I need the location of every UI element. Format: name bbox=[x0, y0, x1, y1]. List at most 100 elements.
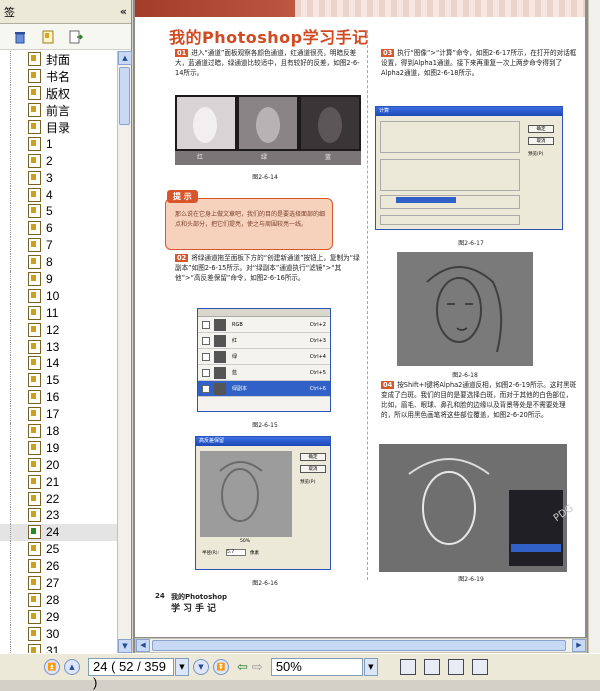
ok-button[interactable]: 确定 bbox=[528, 125, 554, 133]
channel-row[interactable]: RGB Ctrl+2 bbox=[198, 317, 330, 333]
bookmark-item[interactable]: 7 bbox=[0, 236, 117, 254]
tree-line bbox=[10, 135, 28, 153]
bookmark-item[interactable]: 版权 bbox=[0, 84, 117, 102]
zoom-field[interactable]: 50% bbox=[270, 658, 363, 676]
scroll-thumb[interactable] bbox=[119, 67, 130, 125]
document-view[interactable]: 我的Photoshop学习手记 01 进入“通道”面板观察各颜色通道，红通道很亮，… bbox=[133, 0, 600, 653]
bookmark-item[interactable]: 13 bbox=[0, 338, 117, 356]
bookmark-scrollbar[interactable]: ▲ ▼ bbox=[117, 51, 132, 653]
bookmark-item[interactable]: 27 bbox=[0, 574, 117, 592]
bookmark-item[interactable]: 书名 bbox=[0, 67, 117, 85]
scroll-thumb[interactable] bbox=[152, 640, 566, 651]
scroll-right-icon[interactable]: ▶ bbox=[572, 639, 586, 652]
bookmark-item[interactable]: 25 bbox=[0, 540, 117, 558]
bookmark-label: 7 bbox=[46, 238, 53, 253]
channel-thumbnail bbox=[214, 350, 226, 363]
scroll-left-icon[interactable]: ◀ bbox=[136, 639, 150, 652]
bookmark-item[interactable]: 目录 bbox=[0, 118, 117, 136]
visibility-eye-icon[interactable] bbox=[202, 352, 210, 361]
bookmark-item[interactable]: 4 bbox=[0, 186, 117, 204]
step-number: 04 bbox=[381, 381, 395, 389]
new-bookmark-icon[interactable] bbox=[40, 29, 56, 45]
bookmark-item[interactable]: 18 bbox=[0, 422, 117, 440]
cancel-button[interactable]: 取消 bbox=[528, 137, 554, 145]
page-number-field[interactable]: 24 ( 52 / 359 ) bbox=[88, 658, 174, 690]
delete-bookmark-icon[interactable] bbox=[12, 29, 28, 45]
visibility-eye-icon[interactable] bbox=[202, 368, 210, 377]
visibility-eye-icon[interactable] bbox=[202, 320, 210, 329]
tree-line bbox=[10, 338, 28, 356]
visibility-eye-icon[interactable] bbox=[202, 384, 210, 393]
tree-line bbox=[10, 540, 28, 558]
facing-view-icon[interactable] bbox=[447, 659, 464, 675]
bookmark-item[interactable]: 3 bbox=[0, 169, 117, 187]
bookmark-item[interactable]: 16 bbox=[0, 388, 117, 406]
figure-2-6-19 bbox=[379, 444, 567, 572]
bookmark-item[interactable]: 31 bbox=[0, 642, 117, 653]
bookmark-label: 目录 bbox=[46, 120, 71, 135]
bookmark-item[interactable]: 21 bbox=[0, 473, 117, 491]
bookmark-item[interactable]: 17 bbox=[0, 405, 117, 423]
bookmark-item[interactable]: 1 bbox=[0, 135, 117, 153]
bookmark-item[interactable]: 9 bbox=[0, 270, 117, 288]
channel-row[interactable]: 蓝 Ctrl+5 bbox=[198, 365, 330, 381]
next-page-icon[interactable]: ▼ bbox=[193, 659, 209, 675]
bookmark-item[interactable]: 封面 bbox=[0, 51, 117, 68]
bookmark-page-icon bbox=[28, 136, 41, 151]
previous-page-icon[interactable]: ▲ bbox=[64, 659, 80, 675]
single-page-view-icon[interactable] bbox=[399, 659, 416, 675]
bookmark-item[interactable]: 14 bbox=[0, 355, 117, 372]
bookmark-item[interactable]: 30 bbox=[0, 625, 117, 643]
tree-line bbox=[10, 422, 28, 440]
radius-input[interactable]: 5.7 bbox=[226, 549, 246, 556]
bookmark-item[interactable]: 24 bbox=[0, 523, 117, 541]
figure-caption: 图2-6-15 bbox=[252, 422, 278, 429]
ok-button[interactable]: 确定 bbox=[300, 453, 326, 461]
preview-checkbox[interactable]: 预览(P) bbox=[300, 479, 315, 485]
back-arrow-icon[interactable]: ⇦ bbox=[237, 660, 248, 675]
document-horizontal-scrollbar[interactable]: ◀ ▶ bbox=[135, 638, 587, 653]
scroll-down-icon[interactable]: ▼ bbox=[118, 639, 132, 653]
last-page-icon[interactable]: ⏬ bbox=[213, 659, 229, 675]
bookmark-item[interactable]: 8 bbox=[0, 253, 117, 271]
bookmark-item[interactable]: 前言 bbox=[0, 101, 117, 119]
expand-bookmark-icon[interactable] bbox=[68, 29, 84, 45]
channel-row[interactable]: 红 Ctrl+3 bbox=[198, 333, 330, 349]
bookmark-item[interactable]: 19 bbox=[0, 439, 117, 457]
step-number: 03 bbox=[381, 49, 395, 57]
collapse-panel-icon[interactable]: « bbox=[120, 5, 127, 18]
scroll-up-icon[interactable]: ▲ bbox=[118, 51, 132, 65]
bookmark-item[interactable]: 5 bbox=[0, 203, 117, 220]
bookmark-page-icon bbox=[28, 592, 41, 607]
bookmark-item[interactable]: 23 bbox=[0, 507, 117, 524]
bookmark-item[interactable]: 10 bbox=[0, 287, 117, 305]
channel-row[interactable]: 绿副本 Ctrl+6 bbox=[198, 381, 330, 397]
cancel-button[interactable]: 取消 bbox=[300, 465, 326, 473]
page-dropdown-icon[interactable]: ▼ bbox=[175, 658, 189, 676]
channel-row[interactable]: 绿 Ctrl+4 bbox=[198, 349, 330, 365]
bookmark-item[interactable]: 22 bbox=[0, 490, 117, 508]
step-text: 按Shift+I键将Alpha2通道反相，如图2-6-19所示。这时黑斑变成了白… bbox=[381, 381, 577, 419]
bookmark-item[interactable]: 2 bbox=[0, 152, 117, 170]
first-page-icon[interactable]: ⏫ bbox=[44, 659, 60, 675]
bookmark-item[interactable]: 15 bbox=[0, 371, 117, 389]
bookmark-label: 14 bbox=[46, 356, 60, 371]
continuous-view-icon[interactable] bbox=[423, 659, 440, 675]
bookmark-item[interactable]: 29 bbox=[0, 608, 117, 626]
bookmark-item[interactable]: 26 bbox=[0, 557, 117, 575]
bookmark-label: 9 bbox=[46, 272, 53, 287]
forward-arrow-icon[interactable]: ⇨ bbox=[252, 660, 263, 675]
bookmark-item[interactable]: 11 bbox=[0, 304, 117, 322]
preview-checkbox[interactable]: 预览(P) bbox=[528, 151, 543, 157]
continuous-facing-view-icon[interactable] bbox=[471, 659, 488, 675]
bookmark-item[interactable]: 12 bbox=[0, 321, 117, 339]
bookmark-item[interactable]: 20 bbox=[0, 456, 117, 474]
zoom-dropdown-icon[interactable]: ▼ bbox=[363, 658, 378, 676]
bookmark-item[interactable]: 6 bbox=[0, 219, 117, 237]
visibility-eye-icon[interactable] bbox=[202, 336, 210, 345]
blending-mode-select[interactable] bbox=[396, 197, 456, 203]
document-vertical-scrollbar[interactable] bbox=[588, 0, 600, 653]
channel-thumbnail bbox=[214, 382, 226, 395]
bookmark-item[interactable]: 28 bbox=[0, 591, 117, 609]
bookmark-tree: 封面 书名 版权 前言 目录 1 2 3 4 5 6 7 8 9 10 11 12 13 14 15 16 17 18 19 2… bbox=[0, 51, 117, 653]
